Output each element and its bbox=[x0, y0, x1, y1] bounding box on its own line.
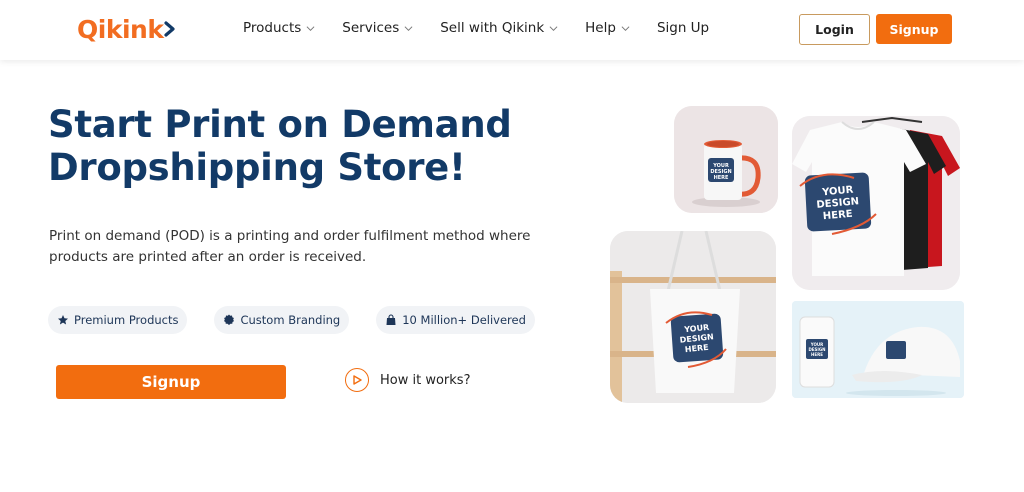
star-icon bbox=[58, 315, 68, 325]
svg-text:HERE: HERE bbox=[714, 175, 729, 181]
login-button[interactable]: Login bbox=[799, 14, 870, 45]
chevron-down-icon bbox=[306, 25, 315, 31]
nav-item-label: Sign Up bbox=[656, 20, 710, 36]
mug-mockup-image: YOUR DESIGN HERE bbox=[674, 106, 778, 213]
play-icon bbox=[345, 368, 369, 392]
nav-item-services[interactable]: Services bbox=[342, 20, 413, 36]
tote-bag-mockup-image: YOUR DESIGN HERE bbox=[610, 231, 776, 403]
how-it-works-link[interactable]: How it works? bbox=[345, 368, 470, 392]
badge-icon bbox=[224, 314, 235, 325]
chevron-down-icon bbox=[404, 25, 413, 31]
chip-premium-products: Premium Products bbox=[48, 306, 188, 334]
nav-item-products[interactable]: Products bbox=[243, 20, 315, 36]
how-it-works-label: How it works? bbox=[380, 372, 471, 388]
logo-text: Qikink bbox=[77, 14, 164, 44]
bag-icon bbox=[386, 314, 396, 325]
nav-item-label: Sell with Qikink bbox=[440, 20, 545, 36]
chip-label: 10 Million+ Delivered bbox=[402, 313, 526, 327]
hero-description: Print on demand (POD) is a printing and … bbox=[49, 228, 531, 265]
main-nav: Products Services Sell with Qikink Help … bbox=[243, 20, 736, 36]
chip-delivered: 10 Million+ Delivered bbox=[376, 306, 535, 334]
chevron-down-icon bbox=[549, 25, 558, 31]
nav-item-help[interactable]: Help bbox=[585, 20, 630, 36]
phone-and-cap-mockup-image: YOUR DESIGN HERE bbox=[792, 301, 964, 398]
nav-item-label: Help bbox=[585, 20, 616, 36]
signup-button-header[interactable]: Signup bbox=[876, 14, 952, 44]
logo-chevron-icon bbox=[164, 21, 176, 37]
title-line-1: Start Print on Demand bbox=[48, 103, 512, 146]
tshirt-mockup-image: YOUR DESIGN HERE bbox=[792, 116, 960, 290]
qikink-logo[interactable]: Qikink bbox=[77, 14, 176, 44]
nav-item-label: Services bbox=[342, 20, 400, 36]
nav-item-sign-up[interactable]: Sign Up bbox=[657, 20, 709, 36]
signup-button-hero[interactable]: Signup bbox=[56, 365, 286, 399]
chip-custom-branding: Custom Branding bbox=[214, 306, 350, 334]
page-title: Start Print on Demand Dropshipping Store… bbox=[48, 103, 512, 189]
chip-label: Premium Products bbox=[74, 313, 179, 327]
svg-text:HERE: HERE bbox=[811, 352, 823, 357]
nav-item-sell-with-qikink[interactable]: Sell with Qikink bbox=[440, 20, 558, 36]
feature-chips: Premium Products Custom Branding 10 Mill… bbox=[48, 306, 562, 334]
title-line-2: Dropshipping Store! bbox=[48, 146, 466, 189]
site-header: Qikink Products Services Sell with Qikin… bbox=[0, 0, 1024, 60]
chip-label: Custom Branding bbox=[240, 313, 341, 327]
chevron-down-icon bbox=[621, 25, 630, 31]
nav-item-label: Products bbox=[243, 20, 302, 36]
